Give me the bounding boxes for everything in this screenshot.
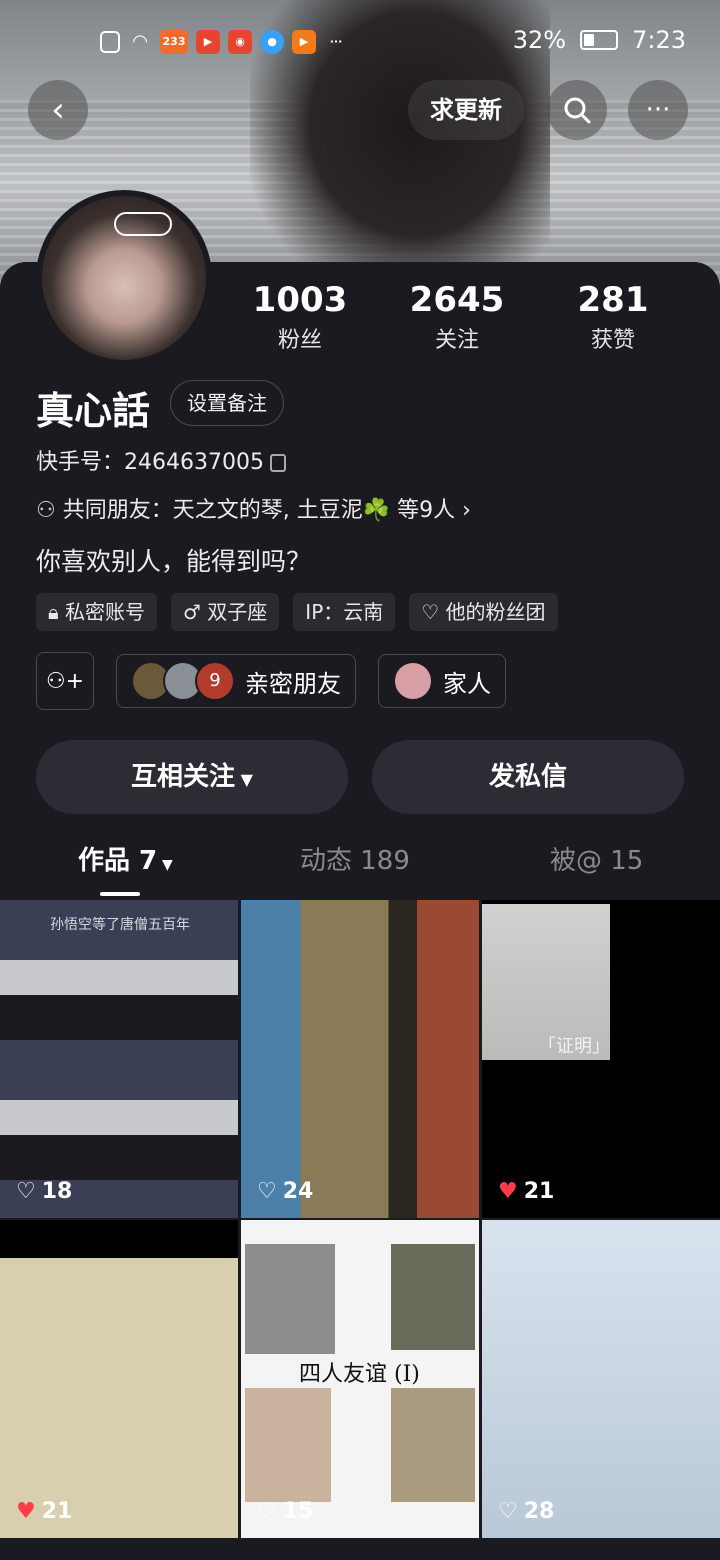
- close-friends-label: 亲密朋友: [245, 669, 341, 698]
- following-label: 关注: [434, 328, 479, 353]
- likes-label: 获赞: [590, 328, 635, 353]
- heart-outline-icon: ♡: [257, 1179, 277, 1204]
- tab-mentions[interactable]: 被@ 15: [550, 840, 643, 877]
- clock: 7:23: [632, 26, 686, 54]
- chevron-left-icon: ‹: [51, 90, 65, 130]
- active-tab-indicator: [100, 892, 140, 896]
- family-avatar: [393, 661, 433, 701]
- toutiao-icon: ◉: [228, 30, 252, 54]
- stat-followers[interactable]: 1003 粉丝: [230, 280, 370, 354]
- profile-nickname: 真心話: [36, 388, 151, 433]
- following-count: 2645: [409, 280, 505, 320]
- caret-down-icon: ▼: [157, 857, 173, 873]
- close-friends-chip[interactable]: 9 亲密朋友: [116, 654, 356, 708]
- add-person-icon: ⚇+: [45, 668, 85, 694]
- post-caption: 四人友谊 (I): [299, 1362, 420, 1387]
- tag-zodiac: ♂ 双子座: [171, 593, 280, 631]
- battery-percent: 32%: [512, 26, 567, 54]
- tag-fan-club[interactable]: ♡ 他的粉丝团: [409, 593, 558, 631]
- profile-tags: 🔒︎ 私密账号 ♂ 双子座 IP：云南 ♡ 他的粉丝团: [36, 593, 558, 631]
- post-thumbnail[interactable]: 「证明」 ♥ 21: [482, 900, 720, 1218]
- bio: 你喜欢别人，能得到吗？: [36, 547, 312, 576]
- bow-decoration: [114, 212, 172, 236]
- post-image: [245, 1388, 331, 1502]
- male-icon: ♂: [183, 600, 201, 624]
- post-caption: 「证明」: [538, 1036, 610, 1057]
- post-caption: 孙悟空等了唐僧五百年: [50, 917, 190, 933]
- friend-avatar: 9: [195, 661, 235, 701]
- heart-outline-icon: ♡: [498, 1499, 518, 1524]
- sim-icon: [100, 31, 120, 53]
- more-notifications-icon: ···: [329, 35, 343, 48]
- followers-count: 1003: [252, 280, 348, 320]
- kuaishou-id: 快手号：2464637005: [36, 450, 264, 475]
- kuaishou-id-row[interactable]: 快手号：2464637005: [36, 444, 286, 476]
- mutual-friends-text: 共同朋友：天之文的琴, 土豆泥☘️ 等9人: [62, 498, 456, 523]
- wifi-icon: ◠: [133, 31, 147, 52]
- family-chip[interactable]: 家人: [378, 654, 506, 708]
- post-image: [391, 1388, 475, 1502]
- search-icon: [564, 97, 591, 124]
- battery-icon: [580, 30, 619, 50]
- back-button[interactable]: ‹: [28, 80, 88, 140]
- video-app-icon: ▶: [196, 30, 220, 54]
- post-likes: ♡ 18: [16, 1179, 73, 1204]
- add-friend-button[interactable]: ⚇+: [36, 652, 94, 710]
- likes-count: 281: [577, 280, 649, 320]
- avatar[interactable]: [36, 190, 212, 366]
- tab-moments[interactable]: 动态 189: [300, 840, 410, 877]
- post-thumbnail[interactable]: 四人友谊 (I) ♡ 15: [241, 1220, 479, 1538]
- stat-likes[interactable]: 281 获赞: [543, 280, 683, 354]
- post-thumbnail[interactable]: ♥ 21: [0, 1220, 238, 1538]
- post-thumbnail[interactable]: ♡ 24: [241, 900, 479, 1218]
- chevron-right-icon: ›: [462, 498, 471, 523]
- caret-down-icon: ▼: [235, 770, 253, 789]
- request-update-button[interactable]: 求更新: [408, 80, 524, 140]
- family-label: 家人: [443, 669, 491, 698]
- status-bar: ◠ 233 ▶ ◉ ● ▶ ··· 32% 7:23: [0, 26, 720, 60]
- send-message-button[interactable]: 发私信: [372, 740, 684, 814]
- heart-filled-icon: ♥: [16, 1499, 36, 1524]
- play-app-icon: ▶: [292, 30, 316, 54]
- person-icon: ⚇: [36, 498, 56, 523]
- search-button[interactable]: [547, 80, 607, 140]
- post-thumbnail[interactable]: ♡ 28: [482, 1220, 720, 1538]
- content-tabs: 作品 7 ▼ 动态 189 被@ 15: [0, 840, 720, 900]
- post-likes: ♡ 15: [257, 1499, 314, 1524]
- browser-icon: ●: [260, 30, 284, 54]
- heart-outline-icon: ♡: [16, 1179, 36, 1204]
- mutual-friends-row[interactable]: ⚇ 共同朋友：天之文的琴, 土豆泥☘️ 等9人 ›: [36, 492, 471, 524]
- post-thumbnail[interactable]: 孙悟空等了唐僧五百年 ♡ 18: [0, 900, 238, 1218]
- relations-row: ⚇+ 9 亲密朋友 家人: [36, 652, 506, 710]
- app-badge-icon: 233: [160, 30, 188, 54]
- post-image: [391, 1244, 475, 1350]
- post-likes: ♥ 21: [498, 1179, 555, 1204]
- heart-filled-icon: ♥: [498, 1179, 518, 1204]
- post-likes: ♡ 28: [498, 1499, 555, 1524]
- post-image: [245, 1244, 335, 1354]
- heart-outline-icon: ♡: [257, 1499, 277, 1524]
- tag-ip: IP：云南: [293, 593, 396, 631]
- stat-following[interactable]: 2645 关注: [387, 280, 527, 354]
- post-likes: ♥ 21: [16, 1499, 73, 1524]
- lock-icon: 🔒︎: [48, 600, 59, 624]
- post-likes: ♡ 24: [257, 1179, 314, 1204]
- followers-label: 粉丝: [277, 328, 322, 353]
- tag-private: 🔒︎ 私密账号: [36, 593, 157, 631]
- heart-outline-icon: ♡: [421, 600, 440, 624]
- copy-icon[interactable]: [269, 454, 286, 472]
- more-icon: ···: [645, 95, 671, 125]
- more-options-button[interactable]: ···: [628, 80, 688, 140]
- tab-works[interactable]: 作品 7 ▼: [78, 840, 173, 877]
- mutual-follow-button[interactable]: 互相关注 ▼: [36, 740, 348, 814]
- set-remark-button[interactable]: 设置备注: [170, 380, 284, 426]
